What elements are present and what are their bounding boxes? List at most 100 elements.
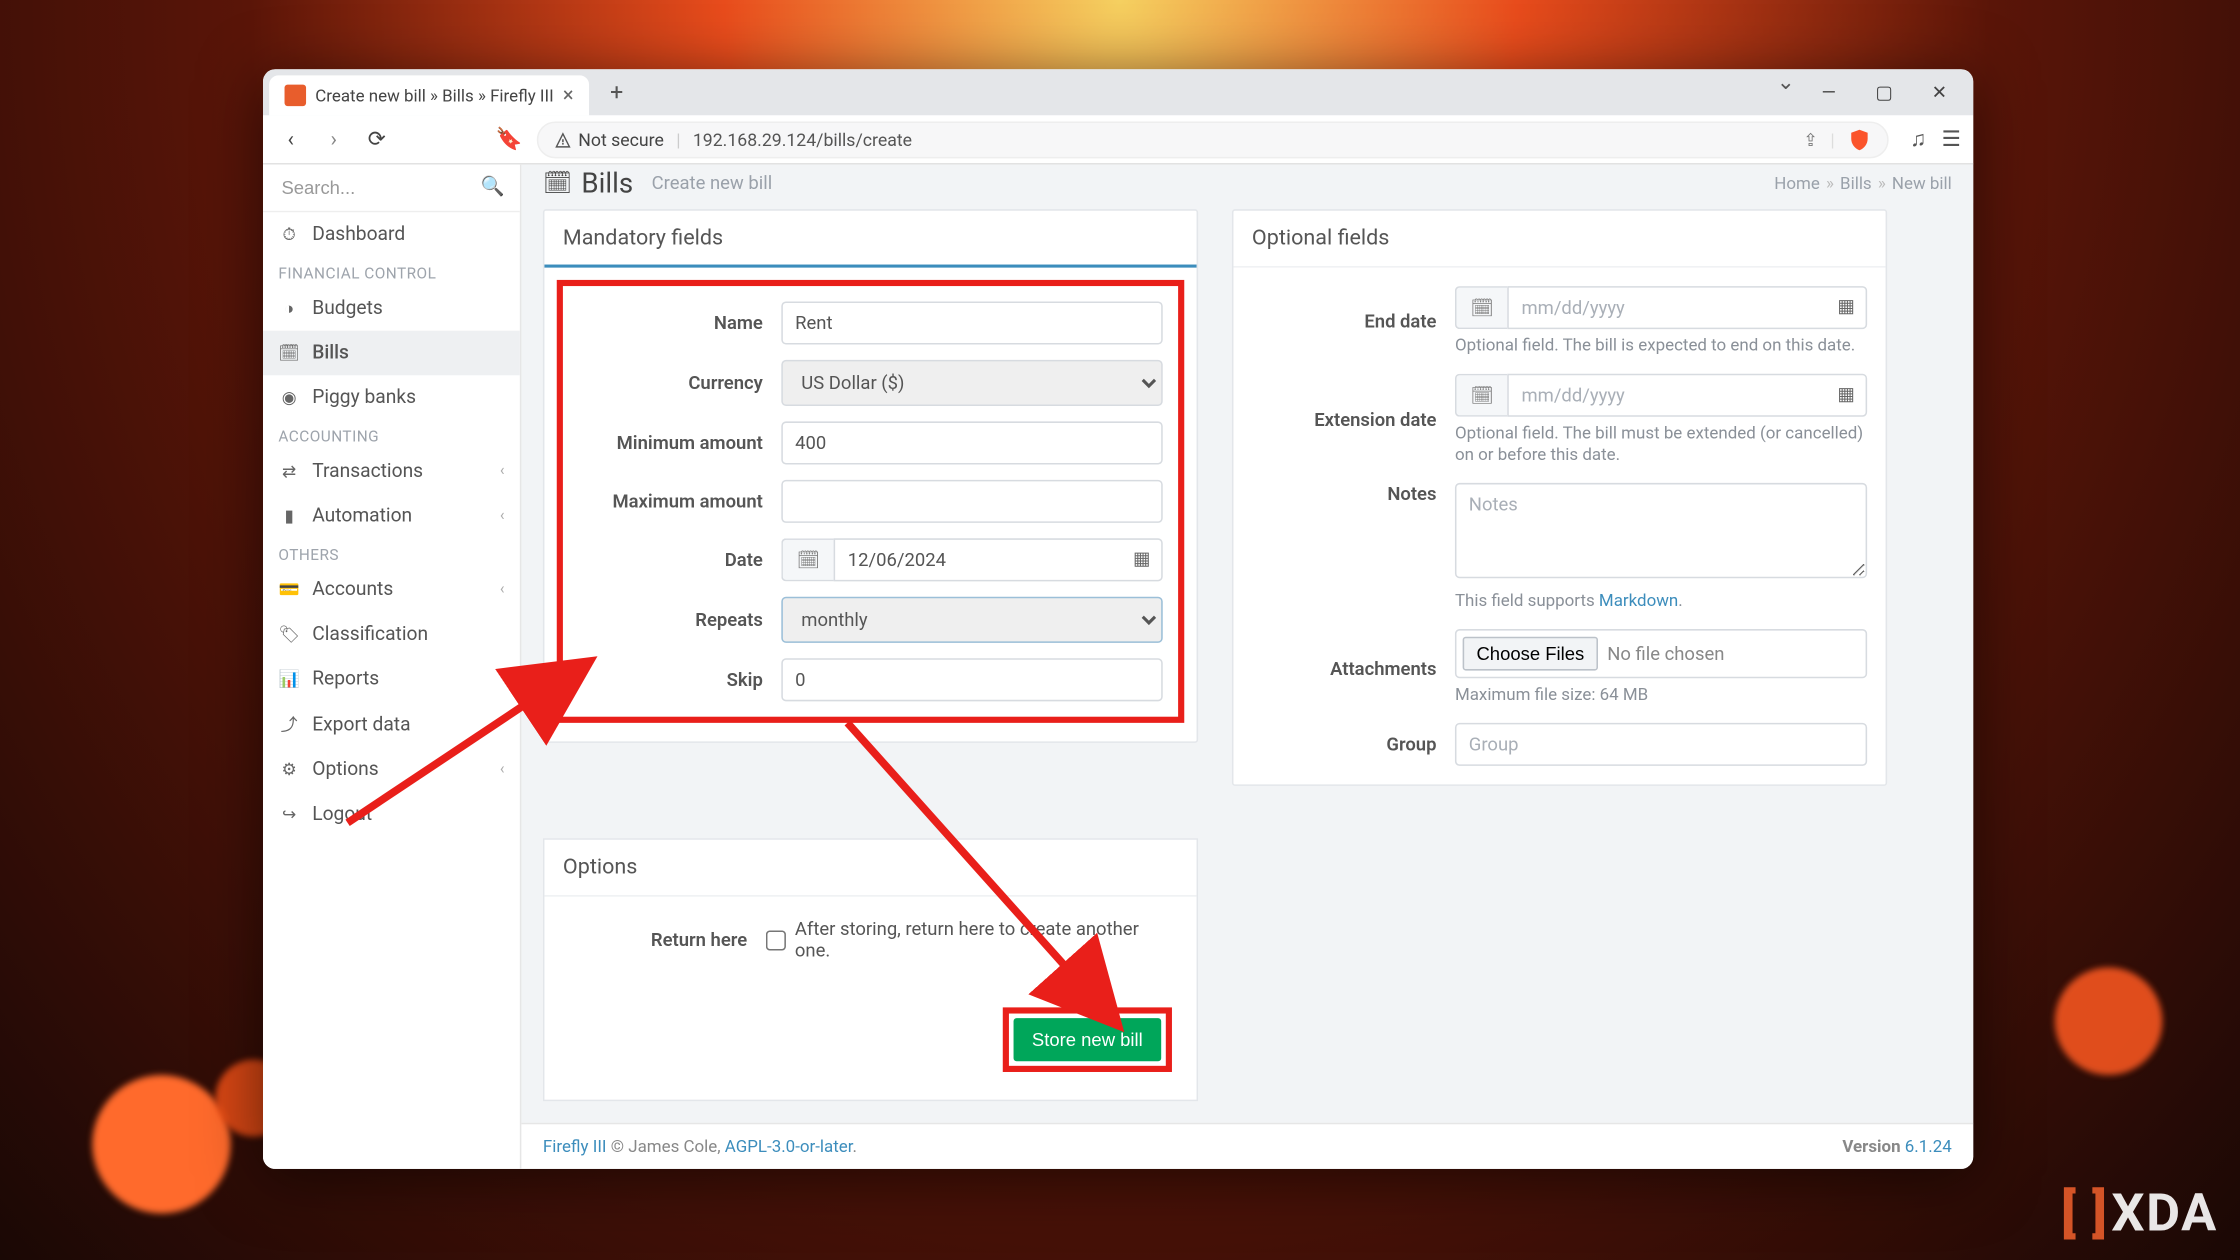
notes-hint: This field supports Markdown. <box>1455 591 1867 614</box>
repeats-label: Repeats <box>578 609 763 631</box>
chevron-left-icon: ‹ <box>500 761 505 778</box>
ext-date-input[interactable] <box>1508 373 1868 416</box>
sidebar-item-transactions[interactable]: ⇄Transactions‹ <box>263 449 520 494</box>
mandatory-title: Mandatory fields <box>544 210 1196 267</box>
group-input[interactable] <box>1455 723 1867 766</box>
sidebar-item-dashboard[interactable]: ⏱Dashboard <box>263 212 520 257</box>
chevron-left-icon: ‹ <box>500 463 505 480</box>
sidebar-item-options[interactable]: ⚙Options‹ <box>263 747 520 792</box>
reload-button[interactable]: ⟳ <box>361 124 392 155</box>
store-new-bill-button[interactable]: Store new bill <box>1013 1018 1161 1061</box>
sidebar-item-classification[interactable]: 🏷Classification <box>263 612 520 657</box>
end-date-input[interactable] <box>1508 286 1868 329</box>
not-secure-badge: Not secure <box>554 128 664 150</box>
max-label: Maximum amount <box>578 490 763 512</box>
notes-textarea[interactable] <box>1455 483 1867 578</box>
calendar-icon: 🗓 <box>278 343 300 363</box>
markdown-link[interactable]: Markdown <box>1599 591 1678 611</box>
music-icon[interactable]: ♫ <box>1910 126 1926 152</box>
calendar-addon-icon: 🗓 <box>1455 286 1508 329</box>
group-label: Group <box>1252 734 1437 756</box>
calendar-addon-icon: 🗓 <box>781 538 834 581</box>
sidebar: 🔍 ⏱Dashboard FINANCIAL CONTROL ◑Budgets … <box>263 165 521 1169</box>
chevron-left-icon: ‹ <box>500 508 505 525</box>
url-text: 192.168.29.124/bills/create <box>693 128 912 150</box>
attachments-label: Attachments <box>1252 658 1437 680</box>
sidebar-section-accounting: ACCOUNTING <box>263 420 520 449</box>
sliders-icon: ⚙ <box>278 760 300 780</box>
currency-select[interactable]: US Dollar ($) <box>781 360 1162 406</box>
logout-icon: ↪ <box>278 804 300 824</box>
repeats-select[interactable]: monthly <box>781 596 1162 642</box>
back-button[interactable]: ‹ <box>275 124 306 155</box>
name-label: Name <box>578 312 763 334</box>
bolt-icon: ▮ <box>278 506 300 526</box>
address-field[interactable]: Not secure | 192.168.29.124/bills/create… <box>537 121 1889 158</box>
page-title: 🗓Bills Create new bill <box>543 167 772 199</box>
highlight-box: Name Currency US Dollar ($) Minimum amou… <box>557 280 1185 723</box>
bullseye-icon: ◉ <box>278 388 300 408</box>
breadcrumb-home[interactable]: Home <box>1774 174 1820 194</box>
tags-icon: 🏷 <box>278 624 300 644</box>
new-tab-button[interactable]: + <box>598 74 635 111</box>
sidebar-item-accounts[interactable]: 💳Accounts‹ <box>263 568 520 613</box>
tab-bar: Create new bill » Bills » Firefly III × … <box>263 69 1973 115</box>
upload-icon: ⤴ <box>278 712 300 737</box>
share-icon[interactable]: ⇪ <box>1803 128 1818 150</box>
breadcrumb-bills[interactable]: Bills <box>1840 174 1872 194</box>
min-input[interactable] <box>781 421 1162 464</box>
menu-icon[interactable]: ☰ <box>1942 127 1961 152</box>
exchange-icon: ⇄ <box>278 461 300 481</box>
address-bar: ‹ › ⟳ 🔖 Not secure | 192.168.29.124/bill… <box>263 115 1973 164</box>
brave-shield-icon[interactable] <box>1847 127 1872 152</box>
max-input[interactable] <box>781 480 1162 523</box>
search-icon[interactable]: 🔍 <box>481 175 505 198</box>
file-chosen-text: No file chosen <box>1607 643 1724 665</box>
bookmark-icon[interactable]: 🔖 <box>494 124 525 155</box>
card-icon: 💳 <box>278 580 300 600</box>
sidebar-section-financial: FINANCIAL CONTROL <box>263 257 520 286</box>
sidebar-section-others: OTHERS <box>263 538 520 567</box>
breadcrumb: Home» Bills» New bill <box>1774 174 1951 194</box>
content-area: 🗓Bills Create new bill Home» Bills» New … <box>521 165 1973 1169</box>
return-here-label: Return here <box>563 929 747 951</box>
sidebar-item-piggy[interactable]: ◉Piggy banks <box>263 375 520 420</box>
sidebar-item-reports[interactable]: 📊Reports <box>263 657 520 702</box>
sidebar-item-budgets[interactable]: ◑Budgets <box>263 286 520 331</box>
breadcrumb-new: New bill <box>1892 174 1952 194</box>
options-panel: Options Return here After storing, retur… <box>543 838 1198 1101</box>
skip-input[interactable] <box>781 658 1162 701</box>
browser-tab[interactable]: Create new bill » Bills » Firefly III × <box>269 75 589 115</box>
tabs-dropdown-icon[interactable]: ⌄ <box>1777 71 1795 114</box>
xda-watermark: [ ]XDA <box>2061 1183 2218 1245</box>
product-link[interactable]: Firefly III <box>543 1137 607 1157</box>
store-highlight: Store new bill <box>1003 1007 1172 1072</box>
close-tab-icon[interactable]: × <box>563 84 574 107</box>
file-input-wrapper[interactable]: Choose Files No file chosen <box>1455 629 1867 678</box>
forward-button[interactable]: › <box>318 124 349 155</box>
skip-label: Skip <box>578 669 763 691</box>
date-input[interactable] <box>834 538 1163 581</box>
return-here-text: After storing, return here to create ano… <box>795 918 1178 961</box>
minimize-button[interactable]: — <box>1801 71 1856 114</box>
calendar-icon: 🗓 <box>543 170 572 198</box>
maximize-button[interactable]: ▢ <box>1856 71 1911 114</box>
return-here-checkbox[interactable] <box>766 930 786 950</box>
calendar-addon-icon: 🗓 <box>1455 373 1508 416</box>
optional-title: Optional fields <box>1233 210 1885 267</box>
name-input[interactable] <box>781 301 1162 344</box>
tab-title: Create new bill » Bills » Firefly III <box>315 85 553 105</box>
date-label: Date <box>578 549 763 571</box>
optional-panel: Optional fields End date 🗓 ▦ Optional fi… <box>1232 209 1887 786</box>
ext-date-hint: Optional field. The bill must be extende… <box>1455 422 1867 468</box>
close-window-button[interactable]: ✕ <box>1912 71 1967 114</box>
choose-files-button[interactable]: Choose Files <box>1463 637 1598 671</box>
license-link[interactable]: AGPL-3.0-or-later <box>725 1137 853 1157</box>
sidebar-item-logout[interactable]: ↪Logout <box>263 792 520 837</box>
sidebar-item-export[interactable]: ⤴Export data <box>263 701 520 747</box>
sidebar-item-automation[interactable]: ▮Automation‹ <box>263 494 520 539</box>
notes-label: Notes <box>1252 483 1437 505</box>
attachments-hint: Maximum file size: 64 MB <box>1455 685 1867 708</box>
sidebar-item-bills[interactable]: 🗓Bills <box>263 331 520 376</box>
version-link[interactable]: 6.1.24 <box>1905 1137 1952 1157</box>
